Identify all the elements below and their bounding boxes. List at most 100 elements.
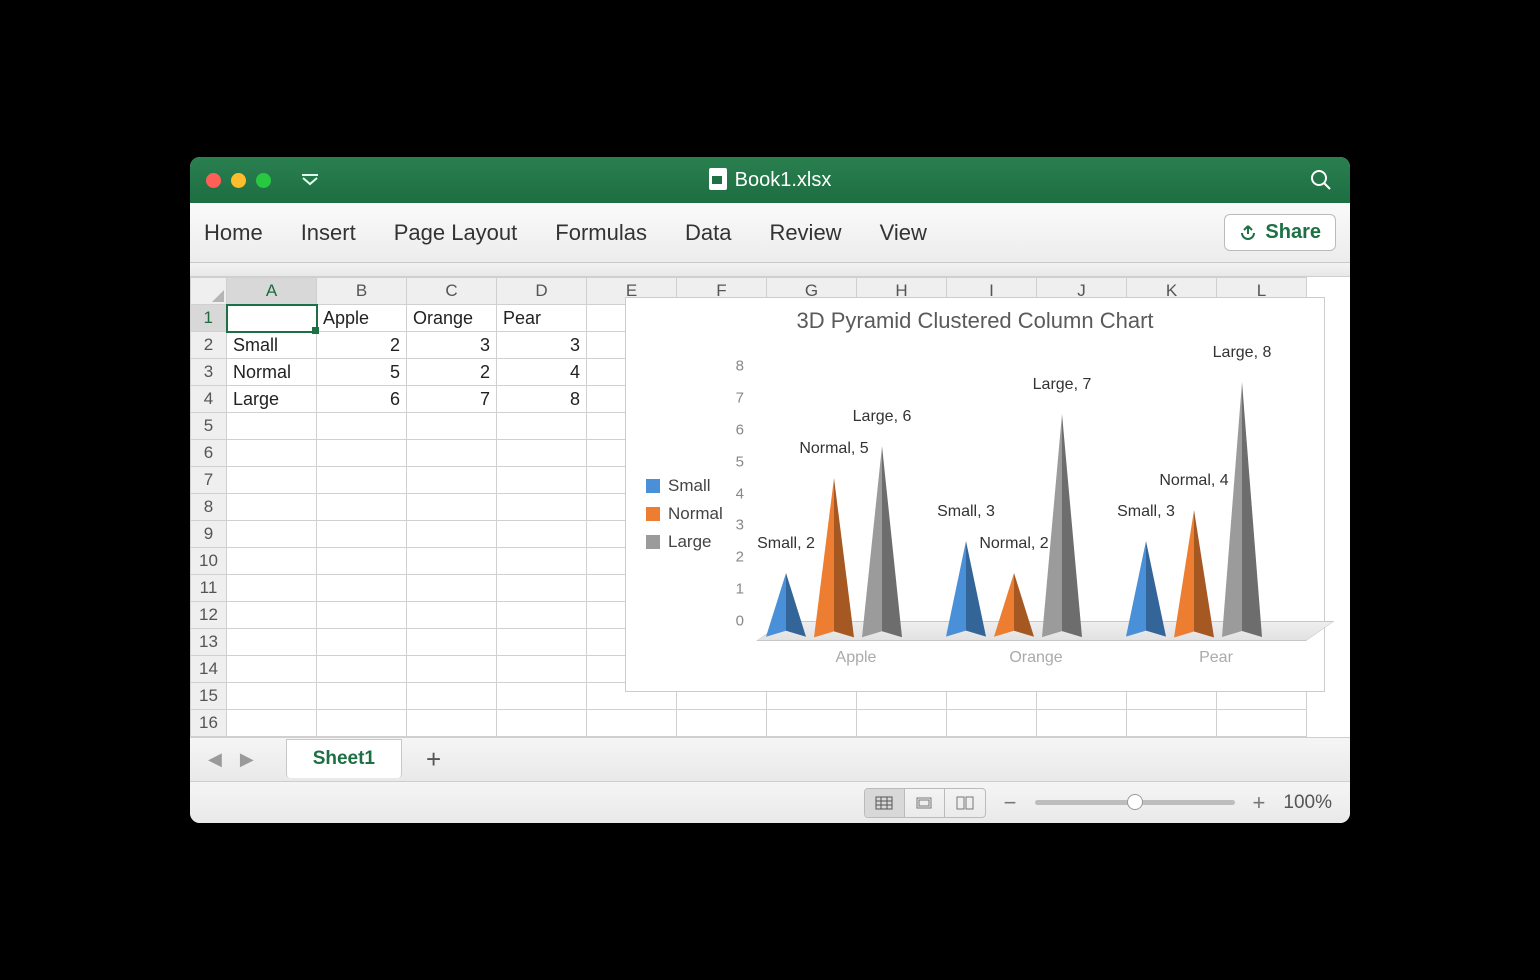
cell-C1[interactable]: Orange — [407, 305, 497, 332]
cell-D9[interactable] — [497, 521, 587, 548]
sheet-nav-next[interactable]: ▶ — [234, 745, 260, 774]
cell-B6[interactable] — [317, 440, 407, 467]
cell-C5[interactable] — [407, 413, 497, 440]
row-header-9[interactable]: 9 — [191, 521, 227, 548]
cell-C14[interactable] — [407, 656, 497, 683]
cell-C4[interactable]: 7 — [407, 386, 497, 413]
cell-B7[interactable] — [317, 467, 407, 494]
row-header-15[interactable]: 15 — [191, 683, 227, 710]
row-header-2[interactable]: 2 — [191, 332, 227, 359]
row-header-5[interactable]: 5 — [191, 413, 227, 440]
maximize-window-button[interactable] — [256, 173, 271, 188]
col-header-B[interactable]: B — [317, 278, 407, 305]
cell-B13[interactable] — [317, 629, 407, 656]
col-header-C[interactable]: C — [407, 278, 497, 305]
ribbon-tab-home[interactable]: Home — [204, 220, 263, 246]
cell-D16[interactable] — [497, 710, 587, 737]
ribbon-tab-insert[interactable]: Insert — [301, 220, 356, 246]
worksheet-area[interactable]: ABCDEFGHIJKL1AppleOrangePear2Small2333No… — [190, 277, 1350, 737]
row-header-8[interactable]: 8 — [191, 494, 227, 521]
cell-D10[interactable] — [497, 548, 587, 575]
col-header-D[interactable]: D — [497, 278, 587, 305]
cell-A15[interactable] — [227, 683, 317, 710]
row-header-6[interactable]: 6 — [191, 440, 227, 467]
cell-A10[interactable] — [227, 548, 317, 575]
share-button[interactable]: Share — [1224, 214, 1336, 251]
cell-D14[interactable] — [497, 656, 587, 683]
cell-B8[interactable] — [317, 494, 407, 521]
row-header-1[interactable]: 1 — [191, 305, 227, 332]
cell-B4[interactable]: 6 — [317, 386, 407, 413]
view-page-break-button[interactable] — [945, 789, 985, 817]
cell-C8[interactable] — [407, 494, 497, 521]
add-sheet-button[interactable]: + — [408, 744, 459, 775]
ribbon-tab-review[interactable]: Review — [769, 220, 841, 246]
cell-A13[interactable] — [227, 629, 317, 656]
quick-access-toolbar[interactable] — [301, 173, 319, 187]
sheet-nav-prev[interactable]: ◀ — [202, 745, 228, 774]
ribbon-tab-page-layout[interactable]: Page Layout — [394, 220, 518, 246]
cell-D4[interactable]: 8 — [497, 386, 587, 413]
cell-A4[interactable]: Large — [227, 386, 317, 413]
zoom-level[interactable]: 100% — [1283, 792, 1332, 814]
cell-A1[interactable] — [227, 305, 317, 332]
cell-A11[interactable] — [227, 575, 317, 602]
row-header-16[interactable]: 16 — [191, 710, 227, 737]
cell-D15[interactable] — [497, 683, 587, 710]
cell-D7[interactable] — [497, 467, 587, 494]
cell-C11[interactable] — [407, 575, 497, 602]
cell-D11[interactable] — [497, 575, 587, 602]
cell-D13[interactable] — [497, 629, 587, 656]
view-page-layout-button[interactable] — [905, 789, 945, 817]
sheet-tab[interactable]: Sheet1 — [286, 739, 402, 778]
zoom-slider[interactable] — [1035, 800, 1235, 805]
row-header-3[interactable]: 3 — [191, 359, 227, 386]
cell-F16[interactable] — [677, 710, 767, 737]
cell-C15[interactable] — [407, 683, 497, 710]
cell-C16[interactable] — [407, 710, 497, 737]
cell-A14[interactable] — [227, 656, 317, 683]
cell-B10[interactable] — [317, 548, 407, 575]
view-normal-button[interactable] — [865, 789, 905, 817]
row-header-11[interactable]: 11 — [191, 575, 227, 602]
cell-A12[interactable] — [227, 602, 317, 629]
cell-E16[interactable] — [587, 710, 677, 737]
cell-L16[interactable] — [1217, 710, 1307, 737]
row-header-4[interactable]: 4 — [191, 386, 227, 413]
cell-B14[interactable] — [317, 656, 407, 683]
ribbon-tab-data[interactable]: Data — [685, 220, 731, 246]
cell-C13[interactable] — [407, 629, 497, 656]
cell-I16[interactable] — [947, 710, 1037, 737]
col-header-A[interactable]: A — [227, 278, 317, 305]
row-header-14[interactable]: 14 — [191, 656, 227, 683]
cell-A2[interactable]: Small — [227, 332, 317, 359]
row-header-12[interactable]: 12 — [191, 602, 227, 629]
cell-C12[interactable] — [407, 602, 497, 629]
cell-J16[interactable] — [1037, 710, 1127, 737]
cell-C3[interactable]: 2 — [407, 359, 497, 386]
cell-B2[interactable]: 2 — [317, 332, 407, 359]
cell-D12[interactable] — [497, 602, 587, 629]
select-all-corner[interactable] — [191, 278, 227, 305]
cell-B11[interactable] — [317, 575, 407, 602]
cell-D2[interactable]: 3 — [497, 332, 587, 359]
search-icon[interactable] — [1310, 169, 1332, 191]
cell-C2[interactable]: 3 — [407, 332, 497, 359]
cell-C6[interactable] — [407, 440, 497, 467]
cell-C10[interactable] — [407, 548, 497, 575]
cell-H16[interactable] — [857, 710, 947, 737]
minimize-window-button[interactable] — [231, 173, 246, 188]
cell-B3[interactable]: 5 — [317, 359, 407, 386]
zoom-out-button[interactable]: − — [1000, 790, 1021, 816]
ribbon-tab-view[interactable]: View — [880, 220, 927, 246]
cell-K16[interactable] — [1127, 710, 1217, 737]
cell-D1[interactable]: Pear — [497, 305, 587, 332]
chart-object[interactable]: 3D Pyramid Clustered Column Chart SmallN… — [625, 297, 1325, 692]
cell-A3[interactable]: Normal — [227, 359, 317, 386]
cell-G16[interactable] — [767, 710, 857, 737]
cell-D5[interactable] — [497, 413, 587, 440]
ribbon-tab-formulas[interactable]: Formulas — [555, 220, 647, 246]
row-header-13[interactable]: 13 — [191, 629, 227, 656]
cell-B5[interactable] — [317, 413, 407, 440]
row-header-10[interactable]: 10 — [191, 548, 227, 575]
